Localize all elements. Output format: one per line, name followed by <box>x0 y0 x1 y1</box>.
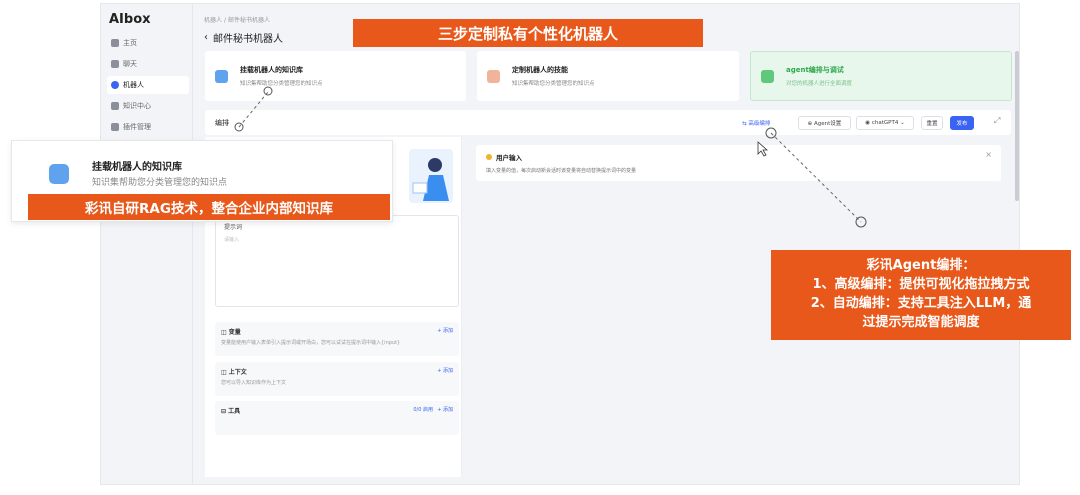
sidebar-item-plugins[interactable]: 插件管理 <box>107 118 189 136</box>
user-input-desc: 填入变量的值，每次启动新会话时该变量将自动替换提示词中的变量 <box>486 168 637 174</box>
sidebar-item-knowledge[interactable]: 知识中心 <box>107 97 189 115</box>
scrollbar[interactable] <box>1015 51 1019 201</box>
step-card-knowledge[interactable]: 挂载机器人的知识库知识集帮助您分类管理您的知识点 <box>205 51 466 101</box>
plugin-icon <box>111 123 119 131</box>
agent-callout-line: 彩讯Agent编排： <box>866 258 976 273</box>
editor-toolbar: 编排 ⇆ 高级编排 ⊕ Agent设置 ◉ chatGPT4 ⌄ 重置 发布 ⤢ <box>205 110 1011 135</box>
tools-section: ⊟ 工具 0/0 启用 + 添加 <box>215 401 459 435</box>
callout-desc: 知识集帮助您分类管理您的知识点 <box>92 178 228 188</box>
page-title: ‹ 邮件秘书机器人 <box>204 30 283 45</box>
editor-label: 编排 <box>215 119 229 127</box>
sidebar-item-label: 插件管理 <box>123 123 151 131</box>
agent-callout-line: 2、自动编排：支持工具注入LLM，通 <box>810 296 1032 311</box>
sidebar-item-label: 知识中心 <box>123 102 151 110</box>
tools-enabled-count: 0/0 启用 <box>413 407 433 413</box>
context-section: ◫ 上下文 您可以导入知识库作为上下文 + 添加 <box>215 362 459 396</box>
agent-icon <box>761 69 774 83</box>
advanced-edit-link[interactable]: ⇆ 高级编排 <box>742 119 770 127</box>
breadcrumb: 机器人 / 邮件秘书机器人 <box>204 15 270 24</box>
section-title: ◫ 上下文 <box>221 369 247 376</box>
prompt-label: 提示词 <box>224 224 243 231</box>
step-card-agent[interactable]: agent编排与调试对您的机器人进行全面调度 <box>750 51 1012 101</box>
home-icon <box>111 39 119 47</box>
agent-callout-line: 过提示完成智能调度 <box>862 315 980 330</box>
sidebar-item-label: 机器人 <box>123 81 144 89</box>
sidebar-item-chat[interactable]: 聊天 <box>107 55 189 73</box>
section-title: ⊟ 工具 <box>221 408 241 415</box>
step-card-skills[interactable]: 定制机器人的技能知识集帮助您分类管理您的知识点 <box>477 51 739 101</box>
publish-button[interactable]: 发布 <box>950 116 974 130</box>
add-variable-button[interactable]: + 添加 <box>437 327 453 334</box>
step-desc: 对您的机器人进行全面调度 <box>786 81 853 87</box>
brand-logo: AIbox <box>109 12 151 27</box>
expand-icon[interactable]: ⤢ <box>994 116 1000 126</box>
step-desc: 知识集帮助您分类管理您的知识点 <box>240 81 323 87</box>
knowledge-base-icon <box>49 164 69 184</box>
model-select[interactable]: ◉ chatGPT4 ⌄ <box>856 116 914 130</box>
knowledge-icon <box>111 102 119 110</box>
section-desc: 您可以导入知识库作为上下文 <box>221 380 287 386</box>
sidebar-item-label: 主页 <box>123 39 137 47</box>
breadcrumb-item[interactable]: 机器人 <box>204 17 222 24</box>
reset-button[interactable]: 重置 <box>921 116 943 130</box>
robot-icon <box>111 81 119 89</box>
close-icon[interactable]: × <box>985 150 992 159</box>
add-tool-button[interactable]: + 添加 <box>437 406 453 413</box>
back-arrow-icon[interactable]: ‹ <box>204 32 208 43</box>
prompt-textarea[interactable]: 提示词 请输入 <box>215 215 459 307</box>
prompt-placeholder: 请输入 <box>224 237 240 243</box>
section-title: ◫ 变量 <box>221 329 241 336</box>
agent-callout-line: 1、高级编排：提供可视化拖拉拽方式 <box>812 277 1030 292</box>
rag-banner: 彩讯自研RAG技术，整合企业内部知识库 <box>28 194 390 220</box>
sidebar-item-home[interactable]: 主页 <box>107 34 189 52</box>
skills-icon <box>487 69 500 83</box>
variables-section: ◫ 变量 变量能使用户输入表单引入提示词或开场白，您可以试试在提示词中输入{in… <box>215 322 459 356</box>
knowledge-base-icon <box>215 69 228 83</box>
breadcrumb-separator: / <box>224 17 227 24</box>
chat-icon <box>111 60 119 68</box>
agent-callout: 彩讯Agent编排： 1、高级编排：提供可视化拖拉拽方式 2、自动编排：支持工具… <box>771 250 1071 340</box>
app-window: AIbox 主页 聊天 机器人 知识中心 插件管理 机器人 / 邮件秘书机器人 ‹ 邮… <box>100 3 1020 485</box>
page-title-text: 邮件秘书机器人 <box>213 34 283 45</box>
step-desc: 知识集帮助您分类管理您的知识点 <box>512 81 595 87</box>
breadcrumb-item: 邮件秘书机器人 <box>228 17 271 24</box>
add-context-button[interactable]: + 添加 <box>437 367 453 374</box>
robot-illustration <box>409 149 453 203</box>
section-desc: 变量能使用户输入表单引入提示词或开场白，您可以试试在提示词中输入{input} <box>221 340 401 346</box>
status-dot-icon <box>486 154 492 160</box>
sidebar: AIbox 主页 聊天 机器人 知识中心 插件管理 <box>101 4 193 484</box>
agent-settings-button[interactable]: ⊕ Agent设置 <box>798 116 851 130</box>
user-input-title: 用户输入 <box>496 154 522 162</box>
step-title: agent编排与调试 <box>786 66 844 74</box>
user-input-card: 用户输入 填入变量的值，每次启动新会话时该变量将自动替换提示词中的变量 × <box>476 145 1001 181</box>
headline-banner: 三步定制私有个性化机器人 <box>353 19 703 47</box>
callout-title: 挂载机器人的知识库 <box>92 162 182 173</box>
sidebar-item-label: 聊天 <box>123 60 137 68</box>
step-title: 挂载机器人的知识库 <box>240 66 303 74</box>
sidebar-item-robot[interactable]: 机器人 <box>107 76 189 94</box>
step-title: 定制机器人的技能 <box>512 66 568 74</box>
